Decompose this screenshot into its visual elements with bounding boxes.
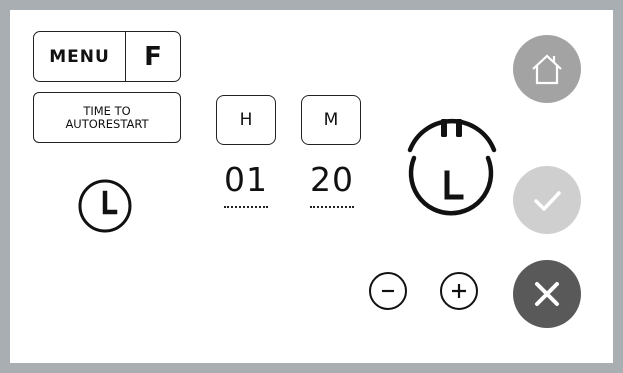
minus-button[interactable] — [368, 271, 408, 311]
home-button[interactable] — [513, 35, 581, 103]
check-icon — [534, 191, 561, 211]
clock-icon — [78, 179, 132, 233]
menu-label: MENU — [34, 32, 126, 81]
clock-icon — [408, 155, 494, 216]
minus-icon — [369, 272, 407, 310]
pause-button[interactable] — [402, 86, 502, 156]
minutes-underline — [310, 206, 354, 208]
cancel-button[interactable] — [513, 260, 581, 328]
minutes-button[interactable]: M — [301, 95, 361, 145]
pause-icon — [407, 118, 497, 153]
menu-button[interactable]: MENU F — [33, 31, 181, 82]
plus-button[interactable] — [439, 271, 479, 311]
plus-icon — [440, 272, 478, 310]
minutes-value: 20 — [310, 160, 354, 199]
menu-shortcut-label: F — [144, 41, 162, 72]
hours-value: 01 — [224, 160, 268, 199]
time-to-autorestart-label: TIME TO AUTORESTART — [33, 92, 181, 143]
confirm-button[interactable] — [513, 166, 581, 234]
close-icon — [535, 282, 559, 306]
hours-underline — [224, 206, 268, 208]
hours-button[interactable]: H — [216, 95, 276, 145]
home-icon — [532, 54, 562, 85]
